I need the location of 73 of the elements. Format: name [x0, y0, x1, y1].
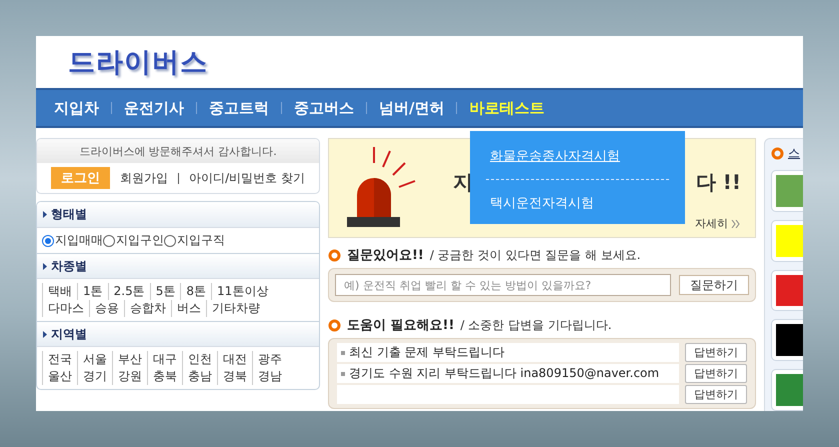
category-link[interactable]: 8톤: [180, 283, 212, 300]
category-link[interactable]: 택배: [42, 283, 77, 300]
category-link[interactable]: 11톤이상: [211, 283, 274, 300]
account-link[interactable]: 아이디/비밀번호 찾기: [189, 170, 305, 186]
category-link[interactable]: 승합차: [124, 300, 171, 317]
nav-item[interactable]: 운전기사: [112, 98, 196, 118]
category-link[interactable]: 울산: [42, 368, 77, 385]
filter-title: 지역별: [51, 326, 87, 342]
category-link[interactable]: 5톤: [150, 283, 180, 300]
answer-button[interactable]: 답변하기: [685, 343, 747, 362]
question-item[interactable]: 경기도 수원 지리 부탁드립니다 ina809150@naver.com: [349, 365, 660, 382]
account-link[interactable]: 회원가입: [120, 170, 168, 186]
category-link[interactable]: 전국: [42, 351, 77, 368]
radio-option[interactable]: 지입구직: [164, 232, 225, 249]
category-link[interactable]: 서울: [77, 351, 112, 368]
site-logo[interactable]: 드라이버스: [68, 44, 208, 80]
bullet-icon: [341, 372, 345, 376]
bullet-icon: [341, 350, 345, 354]
radio-label: 지입구인: [116, 232, 164, 249]
nav-item[interactable]: 지입차: [42, 98, 111, 118]
circle-bullet-icon: [328, 248, 341, 262]
section-subtitle: / 소중한 답변을 기다립니다.: [460, 316, 612, 334]
category-link[interactable]: 버스: [171, 300, 206, 317]
nav-item[interactable]: 넘버/면허: [367, 98, 456, 118]
circle-bullet-icon: [328, 318, 341, 332]
double-chevron-icon: [731, 220, 741, 228]
section-subtitle: / 궁금한 것이 있다면 질문을 해 보세요.: [430, 246, 641, 264]
category-link[interactable]: 대구: [147, 351, 182, 368]
sidebar-title[interactable]: 스: [788, 145, 800, 162]
more-link[interactable]: 자세히: [695, 216, 741, 231]
ask-button[interactable]: 질문하기: [679, 275, 749, 295]
welcome-message: 드라이버스에 방문해주셔서 감사합니다.: [37, 139, 319, 163]
radio-option[interactable]: 지입구인: [103, 232, 164, 249]
category-link[interactable]: 충남: [182, 368, 217, 385]
triangle-icon: [43, 211, 47, 218]
category-link[interactable]: 경북: [217, 368, 252, 385]
section-title: 도움이 필요해요!!: [347, 317, 454, 334]
category-link[interactable]: 경기: [77, 368, 112, 385]
triangle-icon: [43, 262, 47, 270]
ad-tile[interactable]: [771, 319, 803, 362]
question-item[interactable]: 최신 기출 문제 부탁드립니다: [349, 344, 504, 361]
radio-icon[interactable]: [164, 234, 176, 246]
radio-option[interactable]: 지입매매: [42, 232, 103, 249]
category-link[interactable]: 광주: [252, 351, 287, 368]
category-link[interactable]: 대전: [217, 351, 252, 368]
banner-title-fragment: 다 !!: [696, 169, 741, 196]
radio-icon[interactable]: [42, 234, 54, 246]
category-link[interactable]: 인천: [182, 351, 217, 368]
radio-label: 지입구직: [177, 232, 225, 249]
nav-item[interactable]: 바로테스트: [457, 98, 556, 118]
triangle-icon: [43, 330, 47, 338]
category-link[interactable]: 부산: [112, 351, 147, 368]
nav-item[interactable]: 중고트럭: [197, 98, 281, 118]
radio-label: 지입매매: [55, 232, 103, 249]
category-link[interactable]: 경남: [252, 368, 287, 385]
nav-item[interactable]: 중고버스: [282, 98, 366, 118]
category-link[interactable]: 충북: [147, 368, 182, 385]
answer-button[interactable]: 답변하기: [685, 364, 747, 383]
question-field[interactable]: 예) 운전직 취업 빨리 할 수 있는 방법이 있을까요?: [335, 274, 671, 296]
category-link[interactable]: 1톤: [77, 283, 108, 300]
banner-title-fragment: 지: [453, 169, 473, 196]
filter-title: 차종별: [51, 258, 87, 274]
category-link[interactable]: 2.5톤: [108, 283, 150, 300]
ad-tile[interactable]: [771, 220, 803, 262]
category-link[interactable]: 기타차량: [206, 300, 265, 317]
answer-button[interactable]: 답변하기: [685, 385, 747, 404]
category-link[interactable]: 승용: [89, 300, 124, 317]
circle-bullet-icon: [771, 147, 784, 160]
category-link[interactable]: 다마스: [42, 300, 89, 317]
filter-title: 형태별: [51, 206, 87, 223]
radio-icon[interactable]: [103, 234, 115, 246]
section-title: 질문있어요!!: [347, 247, 424, 264]
category-link[interactable]: 강원: [112, 368, 147, 385]
